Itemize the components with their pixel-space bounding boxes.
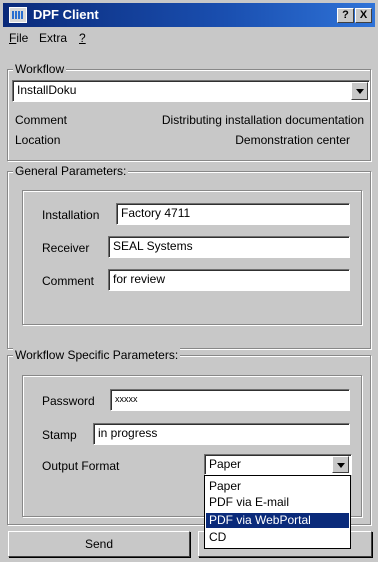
menu-bar: File Extra ?	[3, 28, 375, 48]
output-format-dropdown-button[interactable]	[332, 456, 349, 473]
send-button[interactable]: Send	[8, 531, 190, 557]
general-comment-label: Comment	[42, 274, 95, 288]
output-format-label: Output Format	[42, 459, 120, 473]
workflow-comment-label: Comment	[15, 113, 68, 127]
password-input[interactable]: xxxxx	[110, 389, 350, 411]
help-button[interactable]: ?	[337, 8, 354, 23]
receiver-input[interactable]: SEAL Systems	[108, 236, 350, 258]
installation-input[interactable]: Factory 4711	[116, 203, 350, 225]
workflow-legend: Workflow	[13, 62, 67, 76]
workflow-dropdown-button[interactable]	[351, 82, 368, 100]
menu-help[interactable]: ?	[79, 30, 86, 46]
workflow-select[interactable]: InstallDoku	[12, 80, 370, 102]
receiver-label: Receiver	[42, 241, 90, 255]
workflow-comment-value: Distributing installation documentation	[161, 113, 364, 127]
general-comment-input[interactable]: for review	[108, 269, 350, 291]
installation-label: Installation	[42, 208, 100, 222]
menu-extra[interactable]: Extra	[39, 30, 67, 46]
option-pdf-email[interactable]: PDF via E-mail	[206, 495, 349, 510]
dpf-client-window: DPF Client ? X File Extra ? Workflow Ins…	[0, 0, 378, 562]
option-paper[interactable]: Paper	[206, 479, 349, 494]
stamp-label: Stamp	[42, 428, 77, 442]
stamp-input[interactable]: in progress	[93, 423, 350, 445]
title-bar[interactable]: DPF Client ? X	[3, 3, 375, 27]
general-parameters-legend: General Parameters:	[13, 164, 129, 178]
menu-help-label: ?	[79, 31, 86, 45]
workflow-specific-legend: Workflow Specific Parameters:	[13, 348, 181, 362]
option-pdf-webportal[interactable]: PDF via WebPortal	[206, 513, 349, 528]
output-format-listbox: Paper PDF via E-mail PDF via WebPortal C…	[204, 475, 351, 549]
menu-file[interactable]: File	[9, 30, 28, 46]
window-title: DPF Client	[33, 7, 99, 22]
close-button[interactable]: X	[355, 8, 372, 23]
password-label: Password	[42, 394, 95, 408]
workflow-location-value: Demonstration center	[235, 133, 350, 147]
app-icon[interactable]	[9, 7, 27, 23]
workflow-location-label: Location	[15, 133, 61, 147]
menu-file-label: ile	[16, 31, 29, 45]
option-cd[interactable]: CD	[206, 530, 349, 545]
output-format-select[interactable]: Paper	[204, 454, 352, 475]
